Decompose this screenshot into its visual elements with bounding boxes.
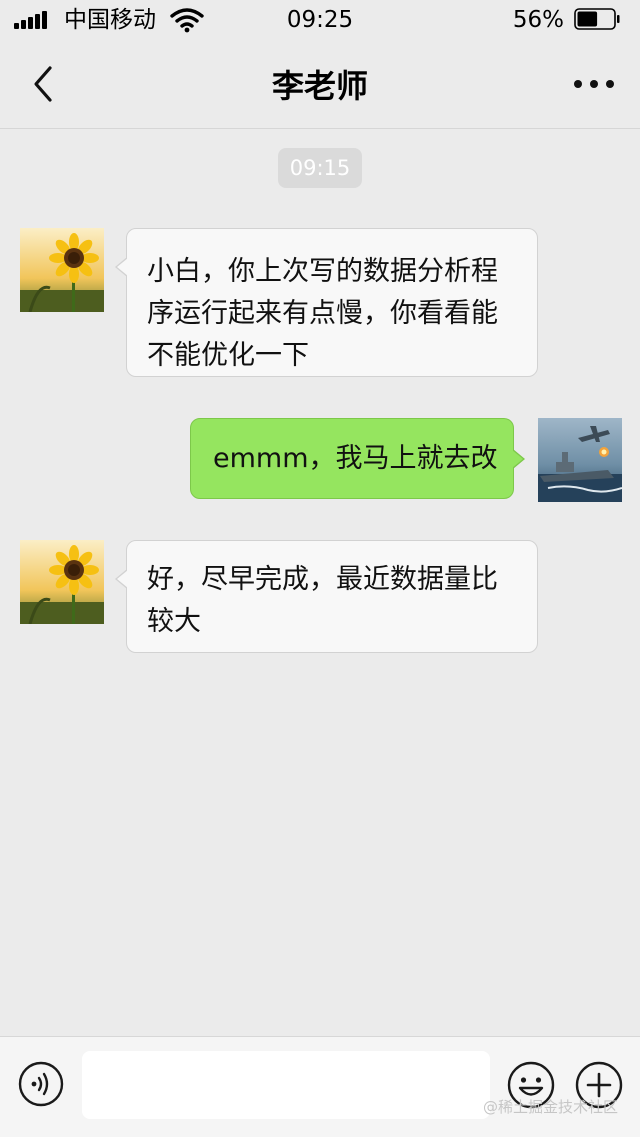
more-button[interactable] bbox=[570, 62, 618, 106]
voice-icon bbox=[18, 1061, 64, 1107]
contact-avatar[interactable] bbox=[20, 228, 104, 312]
message-text: 好，尽早完成，最近数据量比较大 bbox=[147, 564, 498, 637]
sunflower-image bbox=[20, 540, 104, 624]
message-bubble-incoming[interactable]: 小白，你上次写的数据分析程序运行起来有点慢，你看看能不能优化一下 bbox=[115, 228, 538, 377]
message-timestamp: 09:15 bbox=[278, 148, 362, 188]
sunflower-image bbox=[20, 228, 104, 312]
watermark-text: @稀土掘金技术社区 bbox=[482, 1098, 618, 1116]
voice-button[interactable] bbox=[18, 1061, 64, 1107]
message-text: 小白，你上次写的数据分析程序运行起来有点慢，你看看能不能优化一下 bbox=[147, 256, 498, 371]
my-avatar[interactable] bbox=[538, 418, 622, 502]
contact-avatar[interactable] bbox=[20, 540, 104, 624]
status-bar: 中国移动 09:25 56% bbox=[0, 0, 640, 40]
message-bubble-incoming[interactable]: 好，尽早完成，最近数据量比较大 bbox=[115, 540, 538, 653]
nav-bar: 李老师 bbox=[0, 40, 640, 129]
message-bubble-outgoing[interactable]: emmm，我马上就去改 bbox=[190, 418, 525, 499]
more-dots-icon bbox=[574, 80, 614, 88]
message-text: emmm，我马上就去改 bbox=[213, 443, 498, 474]
input-bar bbox=[0, 1036, 640, 1137]
warship-image bbox=[538, 418, 622, 502]
battery-percent: 56% bbox=[512, 7, 564, 33]
battery-icon bbox=[574, 8, 620, 30]
message-input[interactable] bbox=[82, 1051, 490, 1119]
chat-title: 李老师 bbox=[271, 67, 368, 105]
